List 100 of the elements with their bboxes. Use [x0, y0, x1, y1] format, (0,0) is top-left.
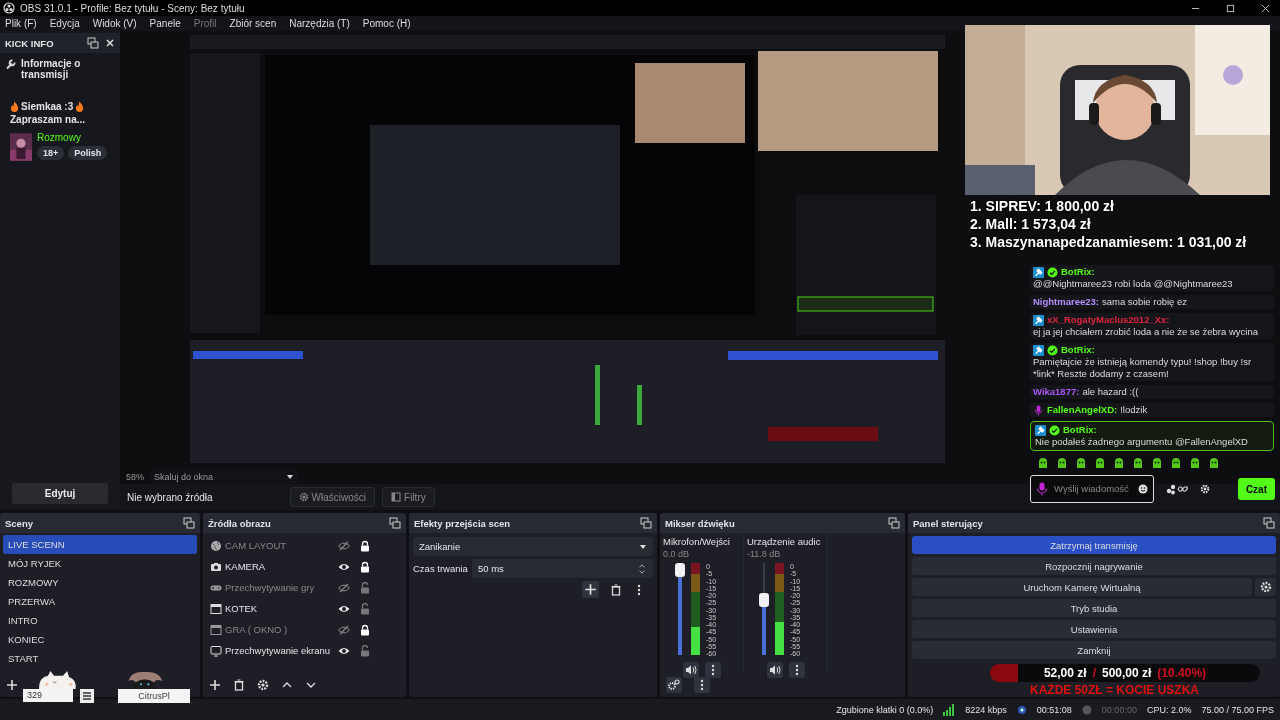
chat-username[interactable]: BotRix: — [1061, 344, 1095, 356]
cpu-usage: CPU: 2.0% — [1146, 704, 1192, 715]
gear-icon — [1259, 581, 1272, 593]
settings-icon[interactable] — [1200, 484, 1210, 494]
settings-icon[interactable] — [257, 679, 269, 691]
emote-icon[interactable] — [1132, 457, 1144, 469]
emote-icon[interactable] — [1170, 457, 1182, 469]
hidden-eye-icon[interactable] — [338, 539, 350, 552]
chat-username[interactable]: BotRix: — [1063, 424, 1097, 436]
unlocked-icon[interactable] — [359, 581, 371, 594]
float-dock-icon[interactable] — [1263, 517, 1275, 529]
float-dock-icon[interactable] — [87, 37, 99, 49]
scene-item[interactable]: INTRO — [3, 611, 197, 630]
lock-icon[interactable] — [359, 539, 371, 552]
scene-item[interactable]: PRZERWA — [3, 592, 197, 611]
tag: Polish — [68, 146, 108, 160]
scene-item[interactable]: START — [3, 649, 197, 668]
float-dock-icon[interactable] — [888, 517, 900, 529]
volume-slider[interactable] — [759, 563, 769, 655]
fire-icon — [75, 101, 85, 112]
float-dock-icon[interactable] — [640, 517, 652, 529]
lock-icon[interactable] — [359, 623, 371, 636]
category-link[interactable]: Rozmowy — [37, 132, 108, 143]
control-button[interactable]: Uruchom Kamerę Wirtualną — [912, 578, 1252, 596]
filters-button[interactable]: Filtry — [382, 487, 435, 507]
emote-icon[interactable] — [1189, 457, 1201, 469]
unlocked-icon[interactable] — [359, 644, 371, 657]
slider-thumb[interactable] — [675, 563, 685, 577]
more-icon[interactable] — [788, 662, 805, 678]
volume-slider[interactable] — [675, 563, 685, 655]
source-name[interactable]: CAM LAYOUT — [225, 540, 335, 551]
scale-dropdown[interactable]: Skaluj do okna — [150, 471, 298, 483]
menu-item[interactable]: Pomoc (H) — [362, 18, 411, 29]
float-dock-icon[interactable] — [389, 517, 401, 529]
menu-item[interactable]: Zbiór scen — [229, 18, 277, 29]
control-button[interactable]: Zatrzymaj transmisję — [912, 536, 1276, 554]
close-icon[interactable] — [1261, 3, 1270, 13]
menu-item[interactable]: Narzędzia (T) — [289, 18, 350, 29]
lock-icon[interactable] — [359, 560, 371, 573]
scene-item[interactable]: KONIEC — [3, 630, 197, 649]
chat-username[interactable]: FallenAngelXD: — [1047, 404, 1118, 416]
emote-icon[interactable] — [1056, 457, 1068, 469]
menu-item[interactable]: Panele — [149, 18, 181, 29]
scene-item[interactable]: ROZMOWY — [3, 573, 197, 592]
source-name[interactable]: Przechwytywanie gry — [225, 582, 335, 593]
hidden-eye-icon[interactable] — [338, 581, 350, 594]
window-title: OBS 31.0.1 - Profile: Bez tytułu - Sceny: Bez tytułu — [20, 2, 245, 14]
control-button[interactable]: Ustawienia — [912, 620, 1276, 638]
speaker-icon[interactable] — [682, 662, 699, 678]
control-button[interactable]: Rozpocznij nagrywanie — [912, 557, 1276, 575]
add-icon[interactable] — [209, 679, 221, 691]
scene-item[interactable]: LIVE SCENN — [3, 535, 197, 554]
chat-username[interactable]: xX_RogatyMaclus2012_Xx: — [1047, 314, 1170, 326]
maximize-icon[interactable] — [1226, 3, 1235, 13]
chat-text: Nie podałeś żadnego argumentu @FallenAngelXD — [1035, 436, 1248, 448]
message-input[interactable]: Wyślij wiadomość — [1030, 475, 1154, 503]
more-icon[interactable] — [704, 662, 721, 678]
trash-icon[interactable] — [610, 583, 622, 596]
emote-icon[interactable] — [1037, 457, 1049, 469]
chat-text: ej ja jej chciałem zrobić loda a nie że se żebra wycina — [1033, 326, 1258, 338]
properties-button[interactable]: Właściwości — [289, 487, 376, 507]
add-icon[interactable] — [6, 679, 18, 691]
source-name[interactable]: KOTEK — [225, 603, 335, 614]
control-button[interactable]: Zamknij — [912, 641, 1276, 659]
speaker-icon[interactable] — [766, 662, 783, 678]
scene-item[interactable]: MÓJ RYJEK — [3, 554, 197, 573]
unlocked-icon[interactable] — [359, 602, 371, 615]
slider-thumb[interactable] — [759, 592, 769, 607]
chat-username[interactable]: Wika1877: — [1033, 386, 1080, 398]
transition-dropdown[interactable]: Zanikanie — [413, 537, 653, 556]
close-icon[interactable] — [105, 38, 115, 48]
settings-button[interactable] — [1255, 578, 1276, 596]
menu-item[interactable]: Plik (F) — [5, 18, 37, 29]
chat-text: @@Nightmaree23 robi loda @@Nightmaree23 — [1033, 278, 1233, 290]
add-icon[interactable] — [582, 581, 599, 598]
emote-icon[interactable] — [1208, 457, 1220, 469]
source-name[interactable]: KAMERA — [225, 561, 335, 572]
points-icon[interactable] — [1166, 483, 1188, 495]
trash-icon[interactable] — [233, 679, 245, 691]
ranking-entry: 1. SIPREV: 1 800,00 zł — [970, 198, 1115, 215]
control-button[interactable]: Tryb studia — [912, 599, 1276, 617]
emote-icon[interactable] — [1151, 457, 1163, 469]
emoji-icon[interactable] — [1138, 484, 1148, 494]
source-name[interactable]: GRA ( OKNO ) — [225, 624, 335, 635]
hidden-eye-icon[interactable] — [338, 623, 350, 636]
signal-icon — [943, 703, 956, 716]
chat-username[interactable]: BotRix: — [1061, 266, 1095, 278]
menu-item[interactable]: Widok (V) — [92, 18, 137, 29]
edit-button[interactable]: Edytuj — [12, 483, 108, 504]
chat-username[interactable]: Nightmaree23: — [1033, 296, 1099, 308]
emote-icon[interactable] — [1113, 457, 1125, 469]
emote-icon[interactable] — [1094, 457, 1106, 469]
emote-icon[interactable] — [1075, 457, 1087, 469]
chat-send-button[interactable]: Czat — [1237, 478, 1275, 500]
float-dock-icon[interactable] — [183, 517, 195, 529]
duration-field[interactable]: 50 ms — [471, 559, 653, 578]
menu-item[interactable]: Edycja — [49, 18, 80, 29]
advanced-settings-icon[interactable] — [666, 677, 682, 693]
more-icon[interactable] — [694, 677, 710, 693]
source-name[interactable]: Przechwytywanie ekranu — [225, 645, 335, 656]
